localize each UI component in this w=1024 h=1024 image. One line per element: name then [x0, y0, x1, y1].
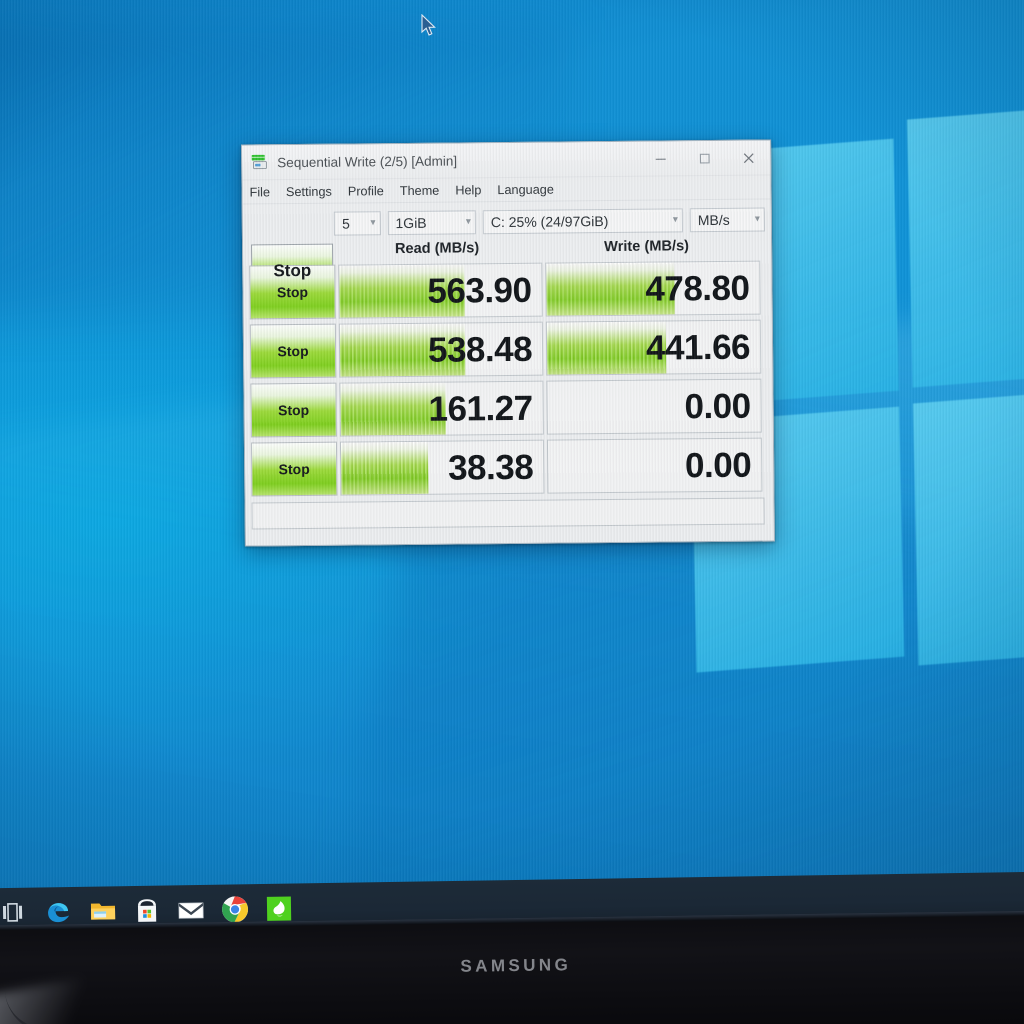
table-row: Stop 38.38 0.00	[251, 436, 768, 499]
monitor-bezel: SAMSUNG	[0, 911, 1024, 1024]
read-cell-row-3: 161.27	[339, 381, 544, 437]
test-size-value: 1GiB	[395, 214, 459, 231]
edge-icon[interactable]	[44, 897, 74, 927]
target-drive-value: C: 25% (24/97GiB)	[491, 212, 667, 230]
microsoft-store-icon[interactable]	[132, 896, 162, 926]
write-value-row-1: 478.80	[645, 270, 759, 306]
write-value-row-4: 0.00	[685, 447, 761, 483]
results-grid: Read (MB/s) Write (MB/s) Stop 563.90	[249, 233, 768, 540]
monitor-cable	[5, 985, 127, 1024]
menu-item-language[interactable]: Language	[497, 182, 554, 197]
stop-label: Stop	[277, 343, 308, 359]
results-rows: Stop 563.90 478.80	[249, 259, 767, 499]
menu-item-profile[interactable]: Profile	[348, 184, 384, 198]
unit-value: MB/s	[698, 211, 749, 227]
stop-button-row-4[interactable]: Stop	[251, 442, 338, 497]
test-count-value: 5	[342, 215, 365, 231]
write-value-row-3: 0.00	[684, 388, 760, 424]
window-controls[interactable]	[638, 140, 770, 175]
maximize-button[interactable]	[682, 141, 726, 175]
chrome-icon[interactable]	[220, 894, 250, 924]
read-cell-row-2: 538.48	[339, 322, 544, 378]
status-bar	[252, 498, 765, 530]
write-cell-row-1: 478.80	[545, 261, 761, 317]
crystaldiskmark-window[interactable]: Sequential Write (2/5) [Admin] File Set	[241, 139, 775, 546]
close-button[interactable]	[726, 140, 770, 174]
stop-label: Stop	[278, 402, 309, 418]
monitor-brand: SAMSUNG	[0, 949, 1024, 984]
menu-item-help[interactable]: Help	[455, 183, 481, 197]
table-row: Stop 563.90 478.80	[249, 259, 766, 322]
target-drive-select[interactable]: C: 25% (24/97GiB) ▾	[483, 208, 683, 234]
chevron-down-icon: ▾	[673, 214, 678, 225]
stop-button-row-3[interactable]: Stop	[250, 383, 337, 438]
table-row: Stop 538.48 441.66	[250, 318, 767, 381]
crystaldiskmark-icon[interactable]	[264, 893, 294, 923]
chevron-down-icon: ▾	[466, 216, 471, 227]
write-value-row-2: 441.66	[646, 329, 760, 365]
menu-item-file[interactable]: File	[249, 185, 270, 199]
menu-item-settings[interactable]: Settings	[286, 184, 332, 198]
header-write: Write (MB/s)	[539, 238, 754, 256]
mouse-pointer-icon	[421, 14, 437, 38]
window-titlebar[interactable]: Sequential Write (2/5) [Admin]	[242, 140, 770, 180]
stop-button-row-2[interactable]: Stop	[250, 324, 337, 379]
read-value-row-4: 38.38	[448, 449, 543, 485]
table-row: Stop 161.27 0.00	[250, 377, 767, 440]
write-cell-row-2: 441.66	[546, 320, 762, 376]
chevron-down-icon: ▾	[755, 214, 760, 225]
header-button-col	[249, 250, 335, 251]
read-bar-row-4	[341, 442, 428, 495]
menu-item-theme[interactable]: Theme	[400, 183, 440, 197]
stop-label: Stop	[277, 284, 308, 300]
test-count-select[interactable]: 5 ▾	[334, 211, 381, 235]
read-value-row-2: 538.48	[428, 331, 542, 367]
write-cell-row-4: 0.00	[547, 438, 763, 494]
test-size-select[interactable]: 1GiB ▾	[387, 210, 476, 235]
read-cell-row-1: 563.90	[338, 263, 543, 319]
screenshot-root: Sequential Write (2/5) [Admin] File Set	[0, 0, 1024, 1024]
stop-all-label: Stop	[273, 261, 311, 281]
read-value-row-1: 563.90	[427, 272, 541, 308]
crystaldiskmark-icon	[250, 153, 268, 171]
read-value-row-3: 161.27	[428, 390, 542, 426]
header-read: Read (MB/s)	[335, 240, 539, 258]
chevron-down-icon: ▾	[370, 217, 375, 228]
task-view-icon[interactable]	[0, 898, 30, 928]
write-cell-row-3: 0.00	[546, 379, 762, 435]
minimize-button[interactable]	[638, 141, 682, 175]
unit-select[interactable]: MB/s ▾	[690, 207, 765, 232]
read-cell-row-4: 38.38	[340, 440, 545, 496]
window-title: Sequential Write (2/5) [Admin]	[277, 153, 457, 170]
file-explorer-icon[interactable]	[88, 896, 118, 926]
mail-icon[interactable]	[176, 895, 206, 925]
stop-label: Stop	[279, 461, 310, 477]
